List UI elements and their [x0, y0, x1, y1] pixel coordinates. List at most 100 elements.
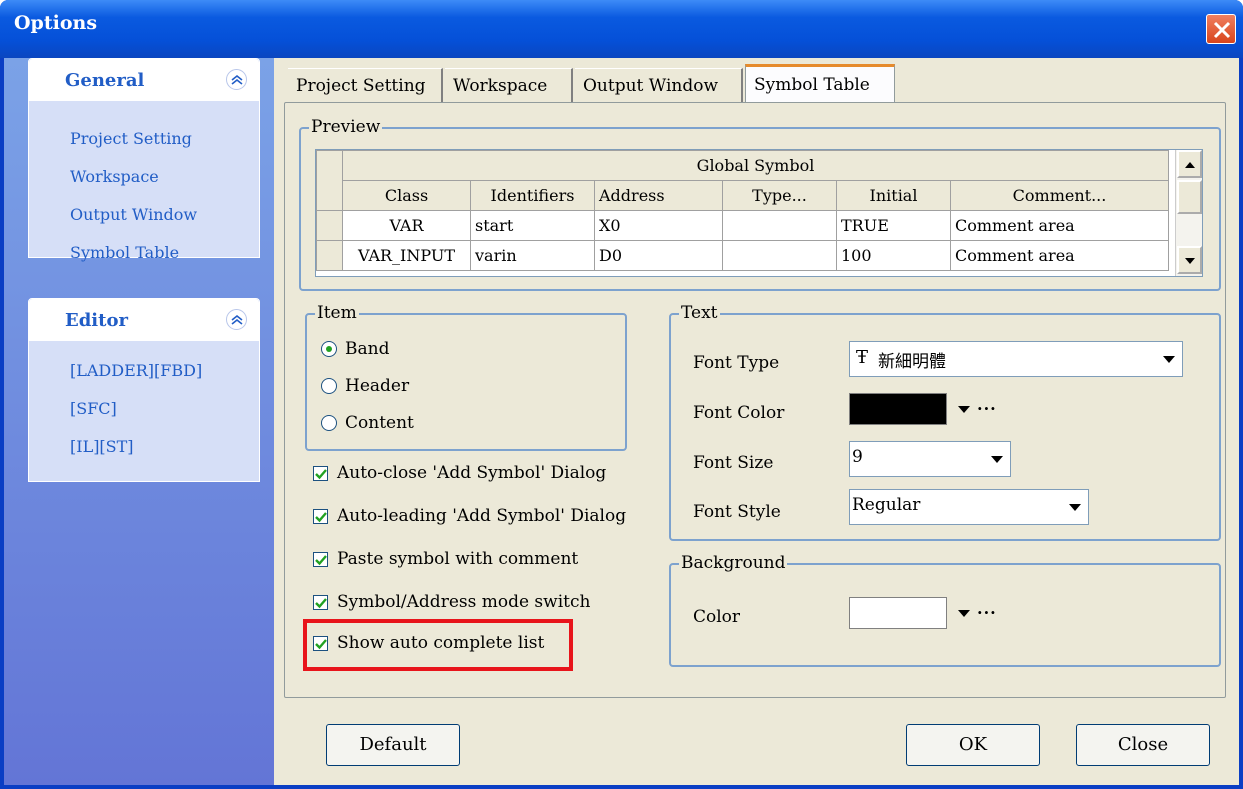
- checkbox-label: Auto-leading 'Add Symbol' Dialog: [337, 506, 627, 526]
- checkbox-checked-icon: [313, 466, 328, 481]
- checkbox-checked-icon: [313, 595, 328, 610]
- radio-icon: [321, 378, 337, 394]
- sidebar-item-ladder-fbd[interactable]: [LADDER][FBD]: [70, 361, 202, 380]
- row-header: [316, 240, 343, 271]
- table-cell: [722, 210, 837, 241]
- background-group: Background Color ···: [669, 553, 1221, 667]
- table-cell: VAR_INPUT: [342, 240, 471, 271]
- dialog-content: General Project Setting Workspace Output…: [4, 58, 1239, 785]
- sidebar-item-il-st[interactable]: [IL][ST]: [70, 437, 134, 456]
- chevron-down-icon: [958, 406, 970, 413]
- table-row: VAR_INPUT varin D0 100 Comment area: [316, 240, 1169, 271]
- close-window-button[interactable]: [1206, 14, 1236, 44]
- sidebar-item-sfc[interactable]: [SFC]: [70, 399, 117, 418]
- editor-panel: Editor [LADDER][FBD] [SFC] [IL][ST]: [28, 298, 260, 482]
- font-size-value: 9: [852, 447, 863, 467]
- scroll-up-button[interactable]: [1177, 150, 1202, 178]
- options-window: Options General Project Setting Workspac…: [0, 0, 1243, 789]
- editor-panel-header[interactable]: Editor: [29, 299, 259, 341]
- table-cell: Comment area: [950, 210, 1169, 241]
- column-header: Initial: [836, 180, 951, 211]
- font-size-label: Font Size: [693, 453, 774, 473]
- table-cell: Comment area: [950, 240, 1169, 271]
- more-icon[interactable]: ···: [977, 399, 997, 418]
- column-header: Class: [342, 180, 471, 211]
- highlight-box: [303, 619, 573, 671]
- font-color-swatch: [849, 393, 947, 425]
- radio-label: Band: [345, 339, 390, 359]
- chevron-down-icon: [991, 456, 1003, 463]
- table-cell: TRUE: [836, 210, 951, 241]
- up-arrow-icon: [1185, 162, 1195, 168]
- sidebar-item-output-window[interactable]: Output Window: [70, 205, 197, 224]
- table-cell: D0: [594, 240, 723, 271]
- column-header: Identifiers: [470, 180, 595, 211]
- font-type-label: Font Type: [693, 353, 780, 373]
- table-cell: [722, 240, 837, 271]
- column-header: Address: [594, 180, 723, 211]
- checkbox-checked-icon: [313, 509, 328, 524]
- font-size-combo[interactable]: 9: [849, 441, 1011, 477]
- vertical-scrollbar[interactable]: [1175, 150, 1202, 276]
- more-icon[interactable]: ···: [977, 603, 997, 622]
- tab-workspace[interactable]: Workspace: [445, 68, 573, 102]
- item-group: Item Band Header Content: [305, 303, 627, 451]
- table-cell: varin: [470, 240, 595, 271]
- table-cell: start: [470, 210, 595, 241]
- sidebar-item-symbol-table[interactable]: Symbol Table: [70, 243, 179, 262]
- radio-label: Header: [345, 376, 410, 396]
- preview-grid[interactable]: Global Symbol Class Identifiers Address …: [315, 149, 1203, 277]
- font-style-label: Font Style: [693, 502, 781, 522]
- down-arrow-icon: [1185, 258, 1195, 264]
- collapse-icon[interactable]: [226, 69, 247, 90]
- table-cell: X0: [594, 210, 723, 241]
- background-color-picker[interactable]: ···: [849, 595, 1009, 631]
- close-button[interactable]: Close: [1076, 724, 1210, 766]
- text-group: Text Font Type Ŧ 新細明體 Font Color ··· Fon…: [669, 303, 1221, 541]
- chevron-down-icon: [958, 610, 970, 617]
- sidebar-item-project-setting[interactable]: Project Setting: [70, 129, 192, 148]
- background-legend: Background: [679, 553, 788, 573]
- font-style-value: Regular: [852, 495, 921, 515]
- column-header: Type...: [722, 180, 837, 211]
- tab-output-window[interactable]: Output Window: [575, 68, 743, 102]
- close-icon: [1213, 21, 1231, 39]
- checkbox-checked-icon: [313, 552, 328, 567]
- tab-project-setting[interactable]: Project Setting: [288, 68, 443, 102]
- background-color-swatch: [849, 597, 947, 629]
- general-panel-header[interactable]: General: [29, 59, 259, 101]
- ok-button[interactable]: OK: [906, 724, 1040, 766]
- background-color-label: Color: [693, 607, 741, 627]
- chevron-down-icon: [1069, 504, 1081, 511]
- table-cell: VAR: [342, 210, 471, 241]
- table-cell: 100: [836, 240, 951, 271]
- font-color-picker[interactable]: ···: [849, 391, 1009, 427]
- grid-title: Global Symbol: [342, 150, 1169, 181]
- checkbox-label: Paste symbol with comment: [337, 549, 579, 569]
- column-header: Comment...: [950, 180, 1169, 211]
- scroll-thumb[interactable]: [1177, 180, 1202, 214]
- text-legend: Text: [679, 303, 720, 323]
- title-bar[interactable]: Options: [0, 0, 1243, 58]
- sidebar: General Project Setting Workspace Output…: [4, 58, 274, 785]
- font-color-label: Font Color: [693, 403, 785, 423]
- checkbox-label: Symbol/Address mode switch: [337, 592, 591, 612]
- font-style-combo[interactable]: Regular: [849, 489, 1089, 525]
- grid-corner: [316, 150, 343, 211]
- default-button[interactable]: Default: [326, 724, 460, 766]
- scroll-down-button[interactable]: [1177, 246, 1202, 274]
- preview-group: Preview Global Symbol Class Identifiers …: [299, 117, 1221, 291]
- radio-selected-icon: [321, 341, 337, 357]
- symbol-table-page: Preview Global Symbol Class Identifiers …: [284, 102, 1226, 698]
- editor-panel-title: Editor: [65, 310, 128, 331]
- font-type-combo[interactable]: Ŧ 新細明體: [849, 341, 1183, 377]
- item-legend: Item: [315, 303, 359, 323]
- sidebar-item-workspace[interactable]: Workspace: [70, 167, 159, 186]
- general-panel: General Project Setting Workspace Output…: [28, 58, 260, 262]
- font-glyph-icon: Ŧ: [856, 347, 869, 368]
- tab-symbol-table[interactable]: Symbol Table: [745, 64, 895, 104]
- chevron-down-icon: [1163, 356, 1175, 363]
- row-header: [316, 210, 343, 241]
- general-panel-title: General: [65, 70, 145, 91]
- collapse-icon[interactable]: [226, 309, 247, 330]
